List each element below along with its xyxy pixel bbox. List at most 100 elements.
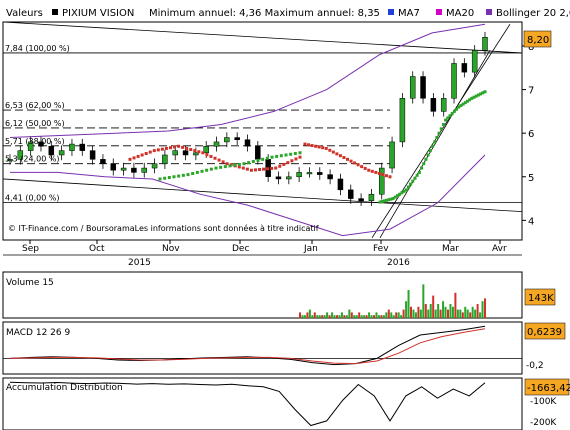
ma7-green-dots-point — [437, 131, 441, 135]
sar-red-dots-2-point — [314, 144, 318, 148]
ma7-green-dots-point — [431, 144, 434, 148]
sar-green-dots-point — [177, 174, 181, 178]
sar-red-dots-1-point — [217, 158, 221, 162]
ma7-green-dots-point — [420, 166, 424, 170]
month-label: Dec — [232, 244, 249, 254]
sar-green-dots-point — [256, 158, 260, 162]
sar-red-dots-2-point — [353, 161, 357, 165]
volume-bar — [476, 304, 479, 318]
ma7-green-dots-point — [428, 149, 432, 153]
candle-body — [58, 150, 65, 156]
sar-red-dots-1-point — [258, 168, 262, 172]
sar-red-dots-1-point — [245, 167, 249, 171]
candle-body — [451, 63, 457, 99]
candle-body — [110, 163, 117, 171]
sar-green-dots-point — [219, 165, 223, 169]
sar-red-dots-2-point — [346, 157, 349, 161]
sar-red-dots-2-point — [303, 142, 307, 146]
sar-red-dots-1-point — [241, 166, 245, 170]
candle-body — [203, 146, 209, 154]
ma7-green-dots-point — [409, 182, 413, 186]
sar-red-dots-2-point — [328, 148, 332, 152]
sar-green-dots-point — [214, 166, 218, 170]
volume-bar — [405, 301, 408, 318]
sar-red-dots-1-point — [144, 152, 148, 156]
sar-green-dots-point — [293, 152, 297, 156]
volume-bar — [377, 315, 380, 318]
bollinger-legend-label: Bollinger 20 2,0 — [496, 8, 570, 19]
retracement-label: 5,3 (24,00 %) — [5, 155, 60, 164]
volume-bar — [454, 292, 457, 318]
sar-red-dots-1-point — [205, 153, 209, 157]
sar-green-dots-point — [289, 152, 293, 156]
candle-body — [461, 63, 468, 73]
sar-red-dots-1-point — [136, 154, 140, 158]
ma7-green-dots-point — [424, 157, 428, 161]
volume-bar — [299, 312, 301, 318]
volume-bar — [308, 309, 311, 318]
volume-bar — [358, 312, 361, 318]
candle-body — [471, 50, 478, 73]
retracement-label: 6,53 (62,00 %) — [5, 101, 65, 110]
y-tick-label: 4 — [528, 216, 534, 227]
sar-green-dots-point — [275, 154, 279, 158]
candle-body — [151, 163, 158, 169]
current-price-value: 8,20 — [527, 35, 549, 46]
sar-red-dots-2-point — [370, 169, 374, 173]
candle-body — [368, 193, 375, 202]
volume-bar — [316, 315, 319, 318]
sar-red-dots-1-point — [160, 147, 164, 151]
month-label: Jan — [303, 244, 318, 254]
sar-red-dots-1-point — [189, 148, 193, 152]
ma20-swatch — [436, 9, 442, 15]
sar-red-dots-1-point — [201, 151, 205, 155]
sar-green-dots-point — [181, 173, 185, 177]
volume-value: 143K — [528, 293, 554, 304]
volume-bar — [469, 312, 472, 318]
volume-bar — [370, 315, 373, 318]
candle-body — [348, 189, 354, 199]
sar-green-dots-point — [172, 175, 176, 179]
macd-panel-frame — [2, 321, 523, 375]
volume-bar — [414, 312, 417, 318]
macd-value: 0,6239 — [527, 327, 562, 338]
retracement-label: 6,12 (50,00 %) — [5, 119, 65, 128]
volume-value-badge: 143K — [524, 288, 556, 306]
sar-red-dots-1-point — [225, 162, 229, 166]
sar-red-dots-2-point — [381, 173, 385, 177]
candle-body — [420, 76, 426, 99]
sar-red-dots-2-point — [331, 150, 335, 154]
price-y-axis: 87654 — [522, 42, 534, 227]
volume-bar — [422, 284, 425, 318]
volume-bar — [345, 315, 348, 318]
stock-chart-canvas: Valeurs PIXIUM VISION Minimum annuel: 4,… — [0, 0, 570, 430]
candle-body — [69, 143, 75, 151]
sar-red-dots-2-point — [360, 165, 364, 169]
ad-tick-200k: -200K — [530, 418, 557, 428]
volume-bar — [432, 295, 435, 318]
sar-red-dots-2-point — [324, 146, 328, 150]
ma7-green-dots-point — [415, 173, 419, 177]
volume-bar — [444, 306, 447, 318]
sar-red-dots-1-point — [193, 149, 197, 153]
sar-red-dots-2-point — [367, 168, 371, 172]
sar-red-dots-1-point — [197, 150, 201, 154]
sar-green-dots-point — [228, 164, 232, 168]
price-panel: 7,84 (100,00 %) 6,53 (62,00 %) 6,12 (50,00… — [2, 21, 552, 241]
volume-bar — [466, 309, 469, 318]
y-tick-label: 7 — [528, 86, 534, 97]
y-tick-label: 6 — [528, 129, 534, 140]
retracement-label: 5,71 (38,00 %) — [5, 137, 65, 146]
volume-bar — [456, 309, 459, 318]
volume-bar — [439, 309, 442, 318]
candle-body — [440, 98, 447, 112]
candle-body — [399, 98, 406, 143]
volume-bar — [459, 309, 462, 318]
volume-bar — [360, 315, 363, 318]
sar-red-dots-1-point — [274, 166, 278, 170]
candle-body — [255, 146, 261, 160]
ma7-green-dots-point — [441, 122, 445, 126]
sar-green-dots-point — [242, 162, 246, 166]
volume-bar — [365, 315, 368, 318]
sar-red-dots-2-point — [338, 154, 342, 158]
